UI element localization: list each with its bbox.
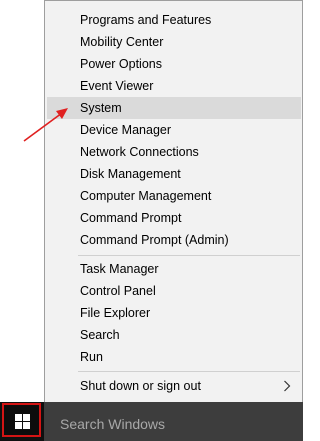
menu-item-file-explorer[interactable]: File Explorer: [47, 302, 301, 324]
menu-item-mobility-center[interactable]: Mobility Center: [47, 31, 301, 53]
menu-item-label: Shut down or sign out: [80, 379, 201, 393]
menu-item-command-prompt-admin[interactable]: Command Prompt (Admin): [47, 229, 301, 251]
menu-item-network-connections[interactable]: Network Connections: [47, 141, 301, 163]
menu-item-disk-management[interactable]: Disk Management: [47, 163, 301, 185]
menu-separator: [78, 255, 300, 256]
menu-item-run[interactable]: Run: [47, 346, 301, 368]
menu-item-search[interactable]: Search: [47, 324, 301, 346]
menu-item-task-manager[interactable]: Task Manager: [47, 258, 301, 280]
chevron-right-icon: [284, 380, 291, 392]
menu-item-command-prompt[interactable]: Command Prompt: [47, 207, 301, 229]
menu-item-power-options[interactable]: Power Options: [47, 53, 301, 75]
menu-item-control-panel[interactable]: Control Panel: [47, 280, 301, 302]
menu-separator: [78, 371, 300, 372]
start-button[interactable]: [2, 403, 41, 437]
windows-logo-icon: [15, 414, 30, 429]
background: [0, 0, 44, 441]
menu-item-device-manager[interactable]: Device Manager: [47, 119, 301, 141]
menu-item-computer-management[interactable]: Computer Management: [47, 185, 301, 207]
menu-item-event-viewer[interactable]: Event Viewer: [47, 75, 301, 97]
menu-item-programs-and-features[interactable]: Programs and Features: [47, 9, 301, 31]
search-placeholder: Search Windows: [60, 416, 166, 432]
power-user-context-menu: Programs and Features Mobility Center Po…: [44, 0, 303, 421]
menu-item-system[interactable]: System: [47, 97, 301, 119]
menu-item-shut-down-or-sign-out[interactable]: Shut down or sign out: [47, 375, 301, 397]
